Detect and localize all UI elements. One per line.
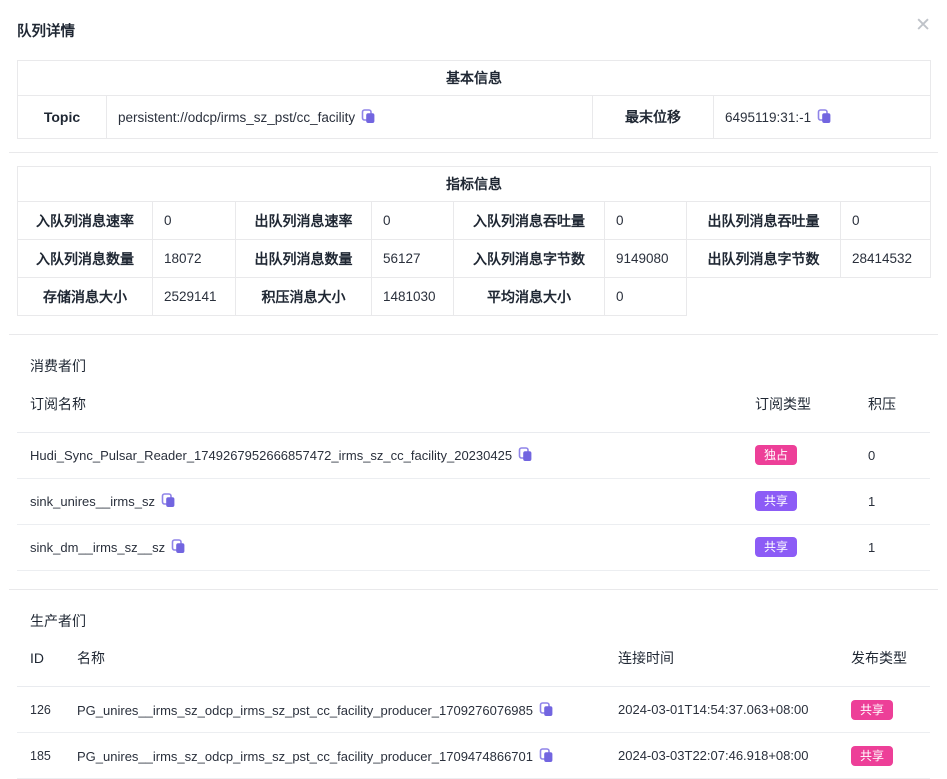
divider [9, 152, 938, 153]
metric-value: 28414532 [841, 240, 931, 278]
status-badge: 共享 [755, 537, 797, 557]
basic-info-table: 基本信息 Topic persistent://odcp/irms_sz_pst… [17, 60, 931, 139]
last-offset-value-text: 6495119:31:-1 [725, 110, 811, 125]
empty-cell [687, 278, 931, 316]
copy-icon[interactable] [539, 702, 554, 717]
divider [9, 334, 938, 335]
col-backlog: 积压 [855, 376, 930, 432]
copy-icon[interactable] [518, 447, 533, 462]
subscription-name: sink_dm__irms_sz__sz [17, 524, 740, 570]
divider [9, 589, 938, 590]
page-title: 队列详情 [17, 20, 75, 41]
table-row: 入队列消息数量 18072 出队列消息数量 56127 入队列消息字节数 914… [18, 240, 931, 278]
metric-value: 0 [605, 278, 687, 316]
producer-name: PG_unires__irms_sz_odcp_irms_sz_pst_cc_f… [64, 733, 610, 779]
status-badge: 共享 [755, 491, 797, 511]
col-publish-type: 发布类型 [838, 631, 930, 687]
metric-label: 出队列消息速率 [236, 202, 372, 240]
status-badge: 共享 [851, 746, 893, 766]
status-badge: 共享 [851, 700, 893, 720]
metric-value: 0 [841, 202, 931, 240]
consumers-table: 订阅名称 订阅类型 积压 Hudi_Sync_Pulsar_Reader_174… [17, 376, 930, 571]
metric-label: 入队列消息字节数 [454, 240, 605, 278]
producer-name-text: PG_unires__irms_sz_odcp_irms_sz_pst_cc_f… [77, 749, 533, 764]
copy-icon[interactable] [817, 109, 832, 124]
col-subscription-type: 订阅类型 [740, 376, 855, 432]
metric-label: 入队列消息数量 [18, 240, 153, 278]
basic-info-caption: 基本信息 [18, 61, 931, 96]
producer-id: 185 [17, 733, 64, 779]
subscription-name-text: Hudi_Sync_Pulsar_Reader_1749267952666857… [30, 448, 512, 463]
table-row: 185 PG_unires__irms_sz_odcp_irms_sz_pst_… [17, 733, 930, 779]
topic-value: persistent://odcp/irms_sz_pst/cc_facilit… [107, 96, 593, 139]
metric-value: 0 [153, 202, 236, 240]
metric-value: 0 [372, 202, 454, 240]
close-icon[interactable]: ✕ [915, 18, 931, 34]
metric-label: 积压消息大小 [236, 278, 372, 316]
table-row: 入队列消息速率 0 出队列消息速率 0 入队列消息吞吐量 0 出队列消息吞吐量 … [18, 202, 931, 240]
metrics-table: 指标信息 入队列消息速率 0 出队列消息速率 0 入队列消息吞吐量 0 出队列消… [17, 166, 931, 316]
last-offset-value: 6495119:31:-1 [714, 96, 931, 139]
producers-section-title: 生产者们 [30, 611, 947, 631]
col-subscription-name: 订阅名称 [17, 376, 740, 432]
metrics-caption: 指标信息 [18, 167, 931, 202]
producer-name-text: PG_unires__irms_sz_odcp_irms_sz_pst_cc_f… [77, 703, 533, 718]
copy-icon[interactable] [539, 748, 554, 763]
col-connect-time: 连接时间 [610, 631, 838, 687]
last-offset-label: 最末位移 [593, 96, 714, 139]
table-row: 存储消息大小 2529141 积压消息大小 1481030 平均消息大小 0 [18, 278, 931, 316]
subscription-name: Hudi_Sync_Pulsar_Reader_1749267952666857… [17, 432, 740, 478]
metric-value: 2529141 [153, 278, 236, 316]
copy-icon[interactable] [161, 493, 176, 508]
metric-label: 出队列消息字节数 [687, 240, 841, 278]
subscription-type-cell: 独占 [740, 432, 855, 478]
producers-table: ID 名称 连接时间 发布类型 126 PG_unires__irms_sz_o… [17, 631, 930, 779]
col-name: 名称 [64, 631, 610, 687]
producer-id: 126 [17, 687, 64, 733]
metric-value: 56127 [372, 240, 454, 278]
status-badge: 独占 [755, 445, 797, 465]
metric-value: 1481030 [372, 278, 454, 316]
col-id: ID [17, 631, 64, 687]
subscription-type-cell: 共享 [740, 524, 855, 570]
metric-label: 平均消息大小 [454, 278, 605, 316]
metric-label: 入队列消息吞吐量 [454, 202, 605, 240]
metric-label: 入队列消息速率 [18, 202, 153, 240]
backlog-value: 1 [855, 524, 930, 570]
metric-value: 0 [605, 202, 687, 240]
copy-icon[interactable] [171, 539, 186, 554]
subscription-name: sink_unires__irms_sz [17, 478, 740, 524]
producer-type-cell: 共享 [838, 733, 930, 779]
queue-detail-modal: 队列详情 ✕ 基本信息 Topic persistent://odcp/irms… [0, 0, 947, 779]
metric-label: 出队列消息数量 [236, 240, 372, 278]
table-row: 126 PG_unires__irms_sz_odcp_irms_sz_pst_… [17, 687, 930, 733]
producer-connect-time: 2024-03-01T14:54:37.063+08:00 [610, 687, 838, 733]
producer-name: PG_unires__irms_sz_odcp_irms_sz_pst_cc_f… [64, 687, 610, 733]
backlog-value: 0 [855, 432, 930, 478]
subscription-name-text: sink_unires__irms_sz [30, 494, 155, 509]
producer-type-cell: 共享 [838, 687, 930, 733]
topic-value-text: persistent://odcp/irms_sz_pst/cc_facilit… [118, 110, 355, 125]
table-row: sink_unires__irms_sz 共享 1 [17, 478, 930, 524]
table-header-row: ID 名称 连接时间 发布类型 [17, 631, 930, 687]
subscription-type-cell: 共享 [740, 478, 855, 524]
metric-value: 18072 [153, 240, 236, 278]
producer-connect-time: 2024-03-03T22:07:46.918+08:00 [610, 733, 838, 779]
copy-icon[interactable] [361, 109, 376, 124]
table-row: sink_dm__irms_sz__sz 共享 1 [17, 524, 930, 570]
consumers-section-title: 消费者们 [30, 356, 947, 376]
table-header-row: 订阅名称 订阅类型 积压 [17, 376, 930, 432]
table-row: Hudi_Sync_Pulsar_Reader_1749267952666857… [17, 432, 930, 478]
subscription-name-text: sink_dm__irms_sz__sz [30, 540, 165, 555]
table-row: Topic persistent://odcp/irms_sz_pst/cc_f… [18, 96, 931, 139]
backlog-value: 1 [855, 478, 930, 524]
metric-label: 存储消息大小 [18, 278, 153, 316]
topic-label: Topic [18, 96, 107, 139]
modal-header: 队列详情 ✕ [0, 0, 947, 41]
metric-label: 出队列消息吞吐量 [687, 202, 841, 240]
metric-value: 9149080 [605, 240, 687, 278]
